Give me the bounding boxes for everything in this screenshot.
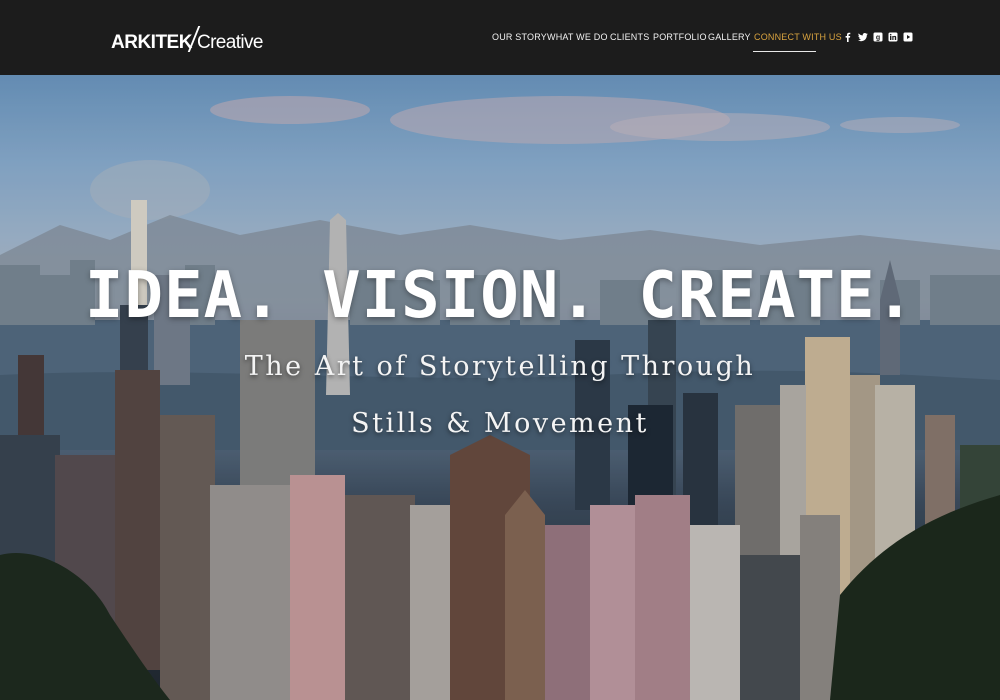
twitter-icon[interactable] (858, 32, 868, 42)
city-skyline-image (0, 75, 1000, 700)
nav-what-we-do[interactable]: WHAT WE DO (547, 31, 608, 43)
nav-gallery[interactable]: GALLERY (708, 31, 751, 43)
hero-section: IDEA. VISION. CREATE. The Art of Storyte… (0, 75, 1000, 700)
social-links: g (843, 31, 918, 43)
hero-subtitle-line-2: Stills & Movement (351, 408, 649, 439)
nav-portfolio[interactable]: PORTFOLIO (653, 31, 707, 43)
nav-our-story[interactable]: OUR STORY (492, 31, 547, 43)
nav-clients[interactable]: CLIENTS (610, 31, 649, 43)
google-plus-icon[interactable]: g (873, 32, 883, 42)
linkedin-icon[interactable] (888, 32, 898, 42)
hero-headline: IDEA. VISION. CREATE. (84, 259, 916, 333)
nav-connect-with-us[interactable]: CONNECT WITH US (754, 31, 842, 43)
svg-text:g: g (876, 35, 880, 42)
facebook-icon[interactable] (843, 32, 853, 42)
active-nav-underline (753, 51, 816, 52)
site-header: ARKITEK Creative OUR STORY WHAT WE DO CL… (0, 0, 1000, 75)
hero-subtitle-line-1: The Art of Storytelling Through (244, 351, 756, 382)
youtube-icon[interactable] (903, 32, 913, 42)
